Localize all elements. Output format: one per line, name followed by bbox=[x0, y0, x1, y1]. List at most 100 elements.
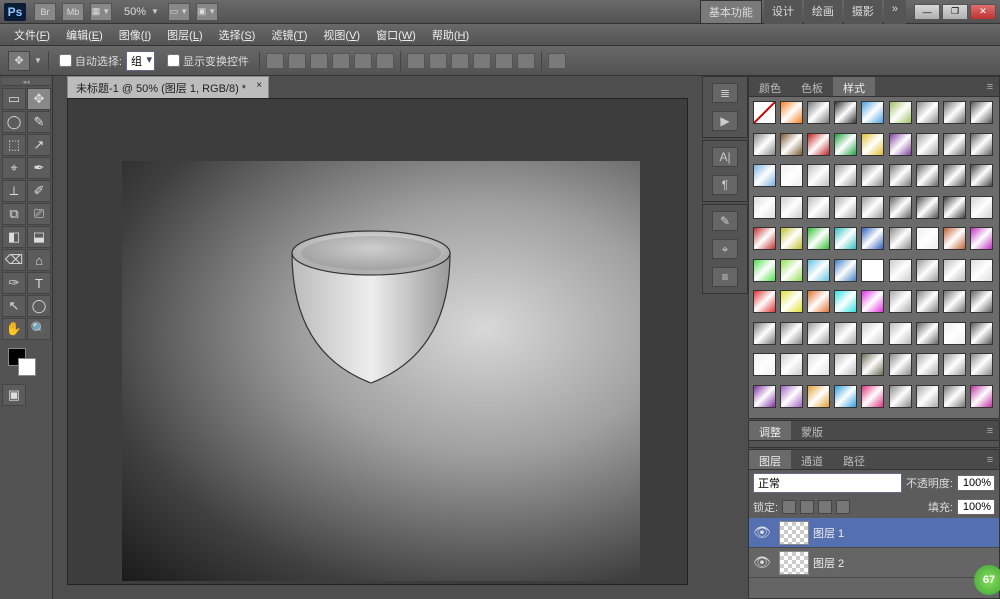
layer-name[interactable]: 图层 2 bbox=[813, 555, 844, 571]
close-button[interactable]: ✕ bbox=[970, 4, 996, 20]
lock-pos-icon[interactable] bbox=[818, 500, 832, 514]
style-swatch[interactable] bbox=[916, 164, 939, 187]
style-swatch[interactable] bbox=[970, 196, 993, 219]
style-swatch[interactable] bbox=[753, 322, 776, 345]
preset-icon[interactable]: ≡ bbox=[712, 267, 738, 287]
style-swatch[interactable] bbox=[889, 101, 912, 124]
align-icon[interactable] bbox=[332, 53, 350, 69]
style-swatch[interactable] bbox=[970, 101, 993, 124]
style-swatch[interactable] bbox=[753, 164, 776, 187]
style-swatch[interactable] bbox=[943, 259, 966, 282]
style-swatch[interactable] bbox=[889, 353, 912, 376]
workspace-tab-photo[interactable]: 摄影 bbox=[844, 0, 882, 24]
document-tab[interactable]: 未标题-1 @ 50% (图层 1, RGB/8) *× bbox=[67, 76, 269, 100]
quickmask-button[interactable]: ▣ bbox=[2, 384, 26, 406]
layer-item[interactable]: 👁 图层 1 bbox=[749, 518, 999, 548]
blend-mode-select[interactable]: 正常 bbox=[753, 473, 902, 493]
tool-1[interactable]: ✥ bbox=[27, 88, 51, 110]
style-swatch[interactable] bbox=[970, 290, 993, 313]
style-swatch[interactable] bbox=[970, 322, 993, 345]
style-swatch[interactable] bbox=[861, 164, 884, 187]
style-swatch[interactable] bbox=[889, 385, 912, 408]
style-swatch[interactable] bbox=[780, 259, 803, 282]
dist-icon[interactable] bbox=[451, 53, 469, 69]
style-swatch[interactable] bbox=[861, 290, 884, 313]
brush-icon[interactable]: ✎ bbox=[712, 211, 738, 231]
style-swatch[interactable] bbox=[889, 322, 912, 345]
style-swatch[interactable] bbox=[916, 196, 939, 219]
style-swatch[interactable] bbox=[943, 164, 966, 187]
tool-14[interactable]: ⌫ bbox=[2, 249, 26, 271]
auto-select-checkbox[interactable]: 自动选择: bbox=[59, 53, 122, 69]
tool-17[interactable]: T bbox=[27, 272, 51, 294]
style-swatch[interactable] bbox=[753, 353, 776, 376]
tool-12[interactable]: ◧ bbox=[2, 226, 26, 248]
visibility-icon[interactable]: 👁 bbox=[749, 554, 775, 571]
tool-20[interactable]: ✋ bbox=[2, 318, 26, 340]
style-swatch[interactable] bbox=[807, 259, 830, 282]
style-swatch[interactable] bbox=[834, 196, 857, 219]
style-swatch[interactable] bbox=[780, 196, 803, 219]
style-swatch[interactable] bbox=[889, 290, 912, 313]
dist-icon[interactable] bbox=[407, 53, 425, 69]
tool-10[interactable]: ⧉ bbox=[2, 203, 26, 225]
style-swatch[interactable] bbox=[780, 385, 803, 408]
style-swatch[interactable] bbox=[753, 385, 776, 408]
visibility-icon[interactable]: 👁 bbox=[749, 524, 775, 541]
restore-button[interactable]: ❐ bbox=[942, 4, 968, 20]
arrange-button[interactable]: ▦▼ bbox=[90, 3, 112, 21]
style-swatch[interactable] bbox=[861, 353, 884, 376]
tool-0[interactable]: ▭ bbox=[2, 88, 26, 110]
align-icon[interactable] bbox=[354, 53, 372, 69]
dist-icon[interactable] bbox=[473, 53, 491, 69]
style-swatch[interactable] bbox=[807, 353, 830, 376]
style-swatch[interactable] bbox=[861, 259, 884, 282]
tool-4[interactable]: ⬚ bbox=[2, 134, 26, 156]
style-swatch[interactable] bbox=[807, 101, 830, 124]
menu-t[interactable]: 滤镜(T) bbox=[263, 25, 315, 45]
menu-h[interactable]: 帮助(H) bbox=[424, 25, 477, 45]
style-swatch[interactable] bbox=[943, 385, 966, 408]
style-swatch[interactable] bbox=[834, 133, 857, 156]
tab-paths[interactable]: 路径 bbox=[833, 450, 875, 469]
style-swatch[interactable] bbox=[834, 164, 857, 187]
dist-icon[interactable] bbox=[429, 53, 447, 69]
screen-mode-button[interactable]: ▭▼ bbox=[168, 3, 190, 21]
style-swatch[interactable] bbox=[943, 290, 966, 313]
style-swatch[interactable] bbox=[916, 290, 939, 313]
tool-3[interactable]: ✎ bbox=[27, 111, 51, 133]
background-swatch[interactable] bbox=[18, 358, 36, 376]
style-swatch[interactable] bbox=[889, 196, 912, 219]
style-swatch[interactable] bbox=[753, 227, 776, 250]
tab-color[interactable]: 颜色 bbox=[749, 77, 791, 96]
styles-grid[interactable] bbox=[749, 97, 999, 418]
style-swatch[interactable] bbox=[943, 322, 966, 345]
tool-5[interactable]: ↗ bbox=[27, 134, 51, 156]
align-icon[interactable] bbox=[266, 53, 284, 69]
menu-v[interactable]: 视图(V) bbox=[315, 25, 368, 45]
panel-menu-icon[interactable]: ≡ bbox=[981, 450, 999, 469]
style-swatch[interactable] bbox=[970, 259, 993, 282]
style-swatch[interactable] bbox=[970, 353, 993, 376]
style-swatch[interactable] bbox=[780, 101, 803, 124]
style-swatch[interactable] bbox=[753, 133, 776, 156]
tool-9[interactable]: ✐ bbox=[27, 180, 51, 202]
auto-select-target[interactable]: 组 bbox=[126, 51, 155, 71]
align-icon[interactable] bbox=[310, 53, 328, 69]
canvas-viewport[interactable] bbox=[67, 98, 688, 585]
style-swatch[interactable] bbox=[943, 196, 966, 219]
fill-input[interactable]: 100% bbox=[957, 499, 995, 515]
zoom-selector[interactable]: 50%▼ bbox=[124, 6, 162, 18]
style-swatch[interactable] bbox=[916, 353, 939, 376]
style-swatch[interactable] bbox=[834, 101, 857, 124]
style-swatch[interactable] bbox=[834, 322, 857, 345]
history-icon[interactable]: ≣ bbox=[712, 83, 738, 103]
style-swatch[interactable] bbox=[807, 227, 830, 250]
minibridge-button[interactable]: Mb bbox=[62, 3, 84, 21]
style-swatch[interactable] bbox=[916, 259, 939, 282]
style-swatch[interactable] bbox=[780, 322, 803, 345]
style-none[interactable] bbox=[753, 101, 776, 124]
style-swatch[interactable] bbox=[970, 227, 993, 250]
menu-e[interactable]: 编辑(E) bbox=[58, 25, 111, 45]
style-swatch[interactable] bbox=[780, 164, 803, 187]
